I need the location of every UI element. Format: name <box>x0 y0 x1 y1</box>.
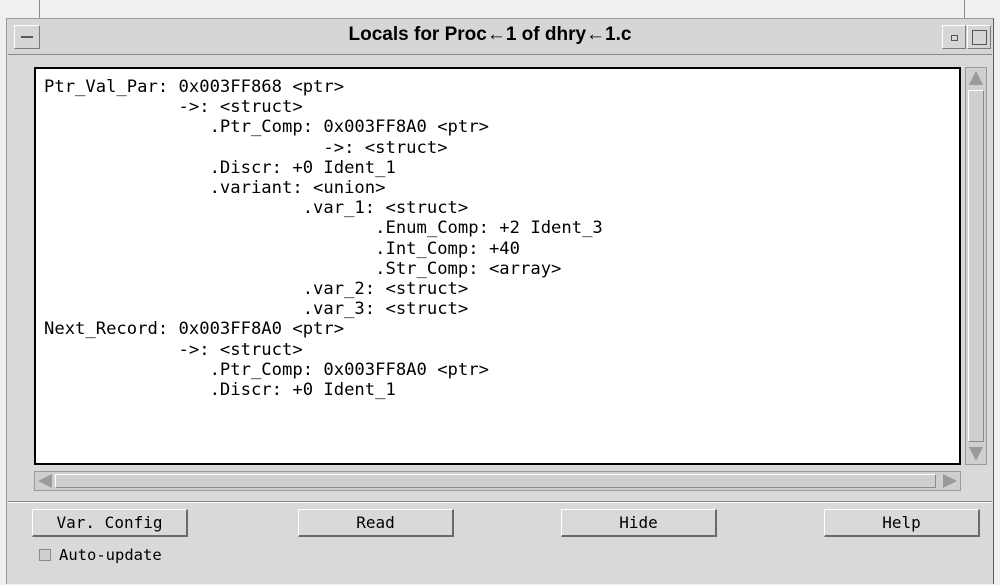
scroll-down-arrow-icon[interactable] <box>969 447 983 461</box>
locals-line: ->: <struct> <box>44 339 303 360</box>
window-menu-button[interactable] <box>14 25 40 49</box>
desktop-divider <box>964 0 965 18</box>
maximize-button[interactable] <box>967 25 991 49</box>
auto-update-label: Auto-update <box>59 546 162 564</box>
locals-window: Locals for Proc←1 of dhry←1.c Ptr_Val_Pa… <box>6 18 994 584</box>
var-config-button[interactable]: Var. Config <box>32 509 188 537</box>
read-button[interactable]: Read <box>298 509 454 537</box>
locals-line: Next_Record: 0x003FF8A0 <ptr> <box>44 319 345 340</box>
locals-line: .Int_Comp: +40 <box>44 238 520 259</box>
locals-line: .Str_Comp: <array> <box>44 258 562 279</box>
locals-line: ->: <struct> <box>44 137 448 158</box>
scroll-left-arrow-icon[interactable] <box>38 474 52 488</box>
locals-line: .Ptr_Comp: 0x003FF8A0 <ptr> <box>44 359 489 380</box>
horizontal-scrollbar[interactable] <box>34 471 961 491</box>
help-button[interactable]: Help <box>824 509 980 537</box>
separator-highlight <box>8 502 992 503</box>
locals-line: .var_3: <struct> <box>44 299 469 320</box>
locals-line: .variant: <union> <box>44 178 386 199</box>
locals-text-pane[interactable]: Ptr_Val_Par: 0x003FF868 <ptr> ->: <struc… <box>34 67 961 465</box>
desktop-divider <box>39 0 40 18</box>
locals-line: .var_1: <struct> <box>44 198 469 219</box>
auto-update-checkbox[interactable] <box>39 549 51 561</box>
desktop-strip <box>0 0 1000 18</box>
locals-line: ->: <struct> <box>44 97 303 118</box>
locals-line: .Enum_Comp: +2 Ident_3 <box>44 218 603 239</box>
locals-listing: Ptr_Val_Par: 0x003FF868 <ptr> ->: <struc… <box>36 69 959 400</box>
scroll-right-arrow-icon[interactable] <box>943 474 957 488</box>
vertical-scroll-thumb[interactable] <box>968 90 984 442</box>
window-title: Locals for Proc←1 of dhry←1.c <box>348 24 632 45</box>
locals-line: .Ptr_Comp: 0x003FF8A0 <ptr> <box>44 117 489 138</box>
scroll-up-arrow-icon[interactable] <box>969 71 983 85</box>
locals-line: .Discr: +0 Ident_1 <box>44 380 396 401</box>
minimize-button[interactable] <box>942 25 966 49</box>
locals-line: Ptr_Val_Par: 0x003FF868 <ptr> <box>44 77 345 97</box>
vertical-scrollbar[interactable] <box>965 67 987 465</box>
horizontal-scroll-thumb[interactable] <box>55 474 936 488</box>
locals-line: .var_2: <struct> <box>44 279 469 300</box>
locals-line: .Discr: +0 Ident_1 <box>44 157 396 178</box>
hide-button[interactable]: Hide <box>561 509 717 537</box>
title-bar[interactable]: Locals for Proc←1 of dhry←1.c <box>8 20 992 55</box>
